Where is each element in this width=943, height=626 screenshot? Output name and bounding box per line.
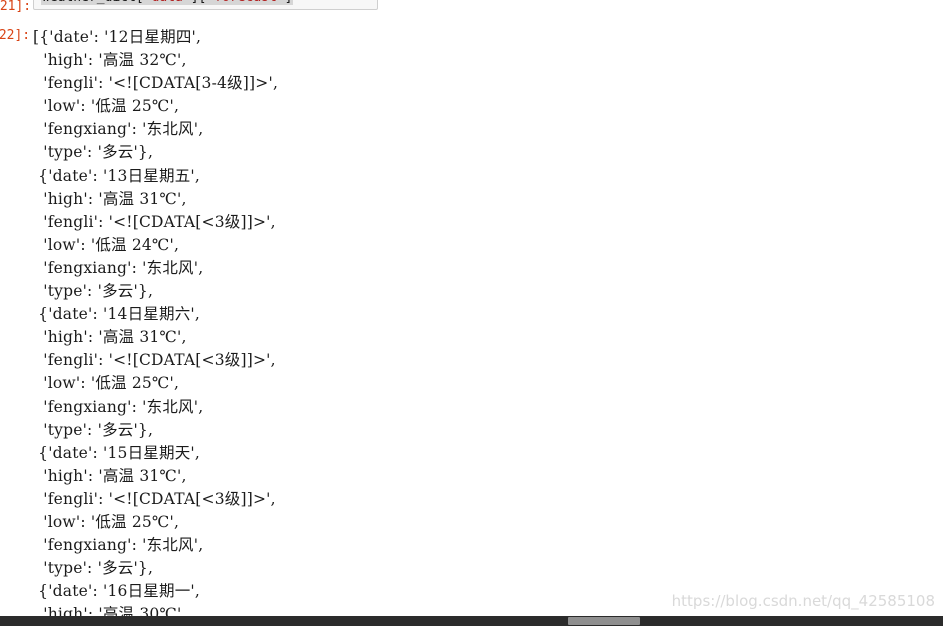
- output-line: 'fengxiang': '东北风',: [33, 536, 204, 555]
- output-line: 'high': '高温 32℃',: [33, 51, 187, 70]
- output-line: 'type': '多云'},: [33, 420, 154, 439]
- code-token-variable: weather_dict[: [42, 0, 144, 5]
- notebook-output-area: [{'date': '12日星期四', 'high': '高温 32℃', 'f…: [33, 26, 933, 626]
- csdn-watermark: https://blog.csdn.net/qq_42585108: [671, 592, 935, 610]
- output-line: 'fengxiang': '东北风',: [33, 120, 204, 139]
- output-line: 'low': '低温 25℃',: [33, 374, 180, 393]
- input-code-text: weather_dict['data']['forecast']: [41, 0, 294, 5]
- notebook-input-cell[interactable]: [21]: weather_dict['data']['forecast']: [0, 0, 943, 14]
- output-line: 'low': '低温 25℃',: [33, 97, 180, 116]
- code-token-bracket-end: ]: [285, 0, 293, 5]
- output-line: 'low': '低温 24℃',: [33, 235, 180, 254]
- horizontal-scrollbar-thumb[interactable]: [568, 617, 640, 625]
- output-line: 'low': '低温 25℃',: [33, 512, 180, 531]
- code-token-bracket-mid: ][: [191, 0, 207, 5]
- horizontal-scrollbar-track[interactable]: [0, 616, 943, 626]
- input-prompt-label: [21]:: [0, 0, 32, 14]
- output-line: 'fengli': '<![CDATA[3-4级]]>',: [33, 74, 279, 93]
- output-line: [{'date': '12日星期四',: [33, 28, 202, 46]
- output-line: 'high': '高温 31℃',: [33, 189, 187, 208]
- output-line: 'high': '高温 31℃',: [33, 466, 187, 485]
- output-line: 'fengli': '<![CDATA[<3级]]>',: [33, 212, 276, 231]
- output-line: 'type': '多云'},: [33, 282, 154, 301]
- output-line: 'type': '多云'},: [33, 559, 154, 578]
- output-line: 'fengxiang': '东北风',: [33, 397, 204, 416]
- output-line: 'fengxiang': '东北风',: [33, 258, 204, 277]
- output-line: 'type': '多云'},: [33, 143, 154, 162]
- output-prompt-label: [22]:: [0, 28, 31, 43]
- output-line: {'date': '14日星期六',: [33, 305, 200, 324]
- output-line: 'fengli': '<![CDATA[<3级]]>',: [33, 351, 276, 370]
- output-line: 'fengli': '<![CDATA[<3级]]>',: [33, 489, 276, 508]
- output-line: {'date': '13日星期五',: [33, 166, 200, 185]
- output-line: {'date': '15日星期天',: [33, 443, 200, 462]
- input-code-box[interactable]: weather_dict['data']['forecast']: [33, 0, 378, 10]
- code-token-key-forecast: 'forecast': [206, 0, 284, 5]
- output-line: 'high': '高温 31℃',: [33, 328, 187, 347]
- code-token-key-data: 'data': [144, 0, 191, 5]
